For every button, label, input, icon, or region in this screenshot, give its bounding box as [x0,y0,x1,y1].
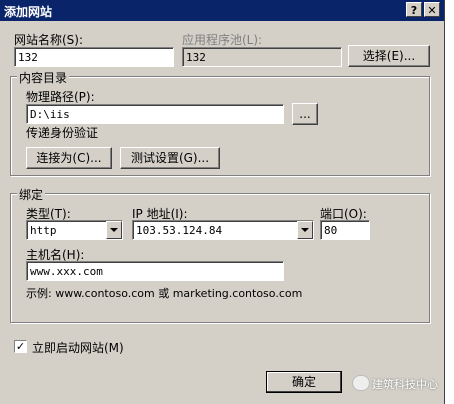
host-name-example: 示例: www.contoso.com 或 marketing.contoso.… [26,287,303,300]
title-bar: 添加网站 ? ✕ [0,0,444,21]
site-name-input[interactable]: 132 [14,47,174,67]
app-pool-label: 应用程序池(L): [182,33,263,47]
select-app-pool-button[interactable]: 选择(E)... [348,45,430,67]
physical-path-input[interactable]: D:\iis [26,104,284,124]
binding-type-select[interactable]: http [26,220,123,240]
close-button[interactable]: ✕ [424,2,440,17]
chevron-down-icon [297,221,313,239]
watermark-text: 建筑科技中心 [372,378,438,391]
content-directory-title: 内容目录 [17,69,70,86]
connect-as-button[interactable]: 连接为(C)... [26,147,112,169]
start-website-label: 立即启动网站(M) [32,341,124,355]
start-website-checkbox[interactable]: ✓ [14,340,27,353]
port-input[interactable]: 80 [320,220,370,240]
help-button[interactable]: ? [406,2,422,17]
add-website-dialog: 添加网站 ? ✕ 网站名称(S): 132 应用程序池(L): 132 选择(E… [0,0,445,404]
ok-button[interactable]: 确定 [266,371,342,393]
site-name-label: 网站名称(S): [14,33,84,47]
ip-address-value: 103.53.124.84 [132,220,314,240]
host-name-input[interactable]: www.xxx.com [26,261,284,281]
binding-title: 绑定 [17,186,46,203]
app-pool-field: 132 [182,47,342,67]
chevron-down-icon [106,221,122,239]
dialog-title: 添加网站 [4,5,53,19]
browse-button[interactable]: ... [292,103,318,125]
ip-address-select[interactable]: 103.53.124.84 [132,220,314,240]
wechat-icon [352,375,370,391]
test-settings-button[interactable]: 测试设置(G)... [120,147,220,169]
pass-through-auth-label: 传递身份验证 [26,126,99,140]
physical-path-label: 物理路径(P): [26,90,95,104]
